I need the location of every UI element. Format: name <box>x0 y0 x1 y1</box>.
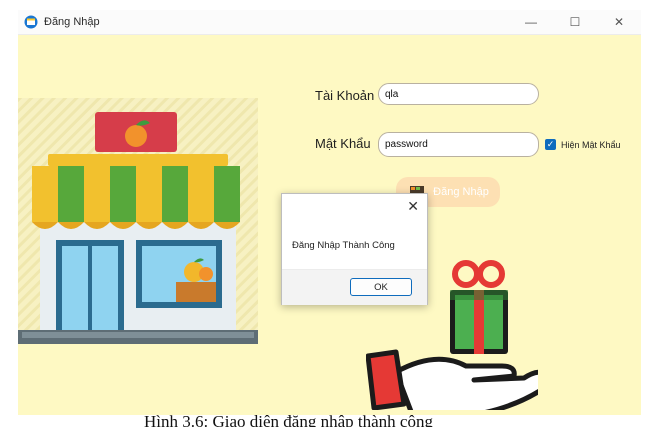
dialog-footer: OK <box>282 269 427 305</box>
login-window: Đăng Nhập — ☐ ✕ Tài Khoản qla Mật Khẩu p… <box>18 10 641 415</box>
username-input[interactable]: qla <box>378 83 539 105</box>
title-bar: Đăng Nhập — ☐ ✕ <box>18 10 641 35</box>
app-icon <box>24 15 38 29</box>
ok-button[interactable]: OK <box>350 278 412 296</box>
close-button[interactable]: ✕ <box>597 10 641 34</box>
show-password-toggle[interactable]: ✓ Hiện Mật Khẩu <box>545 139 621 150</box>
figure-caption: Hình 3.6: Giao diện đăng nhập thành công <box>144 413 433 427</box>
dialog-close-button[interactable]: ✕ <box>407 198 419 215</box>
success-dialog: ✕ Đăng Nhập Thành Công OK <box>281 193 428 305</box>
dialog-message: Đăng Nhập Thành Công <box>292 240 395 251</box>
storefront-illustration <box>18 98 258 344</box>
window-title: Đăng Nhập <box>44 16 100 28</box>
username-label: Tài Khoản <box>315 88 375 103</box>
login-button-label: Đăng Nhập <box>433 186 489 198</box>
password-input[interactable]: password <box>378 132 539 157</box>
minimize-button[interactable]: — <box>509 10 553 34</box>
maximize-button[interactable]: ☐ <box>553 10 597 34</box>
show-password-label: Hiện Mật Khẩu <box>561 139 621 150</box>
checkbox-checked-icon[interactable]: ✓ <box>545 139 556 150</box>
password-label: Mật Khẩu <box>315 136 371 151</box>
